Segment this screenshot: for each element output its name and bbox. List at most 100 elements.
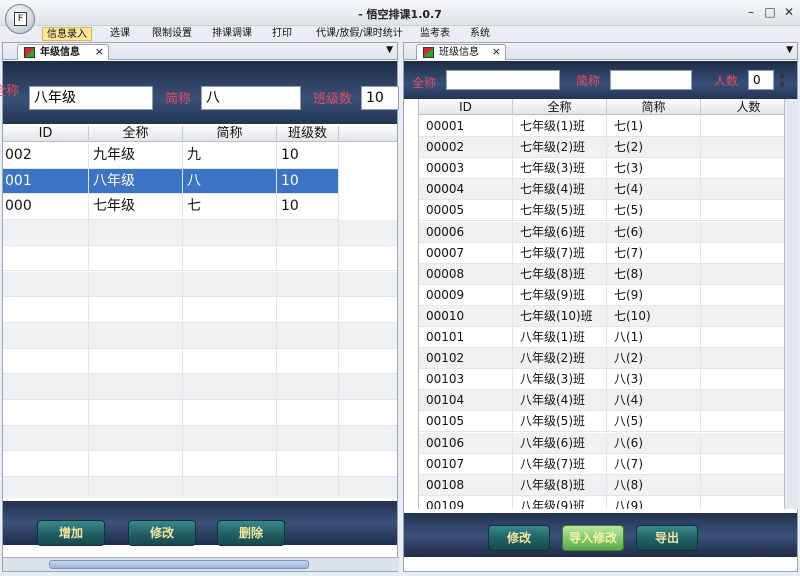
cell-fullname: 八年级(7)班	[513, 453, 607, 475]
delete-grade-button[interactable]: 删除	[217, 520, 285, 546]
cell-fullname	[89, 271, 183, 298]
grade-short-input[interactable]: 八	[201, 86, 301, 110]
menu-print[interactable]: 打印	[268, 27, 296, 41]
cell-people	[701, 179, 784, 200]
col-header-short[interactable]: 简称	[607, 99, 701, 115]
col-header-fullname[interactable]: 全称	[89, 126, 183, 142]
chevron-down-icon[interactable]: ▼	[776, 80, 788, 90]
table-row	[3, 451, 397, 478]
tab-grade-info[interactable]: 年级信息 ×	[17, 44, 109, 60]
close-icon[interactable]: ×	[492, 45, 501, 59]
app-logo-letter: F	[14, 12, 27, 26]
col-header-short[interactable]: 简称	[183, 126, 277, 142]
cell-short: 八(9)	[607, 495, 701, 509]
table-row[interactable]: 00007 七年级(7)班 七(7)	[419, 242, 784, 264]
menu-info-entry[interactable]: 信息录入	[42, 27, 92, 41]
menu-substitute-stats[interactable]: 代课/放假/课时统计	[312, 27, 407, 41]
table-row[interactable]: 00004 七年级(4)班 七(4)	[419, 179, 784, 201]
table-row	[3, 374, 397, 400]
cell-short: 八(2)	[607, 348, 701, 370]
grade-count-input[interactable]: 10	[361, 86, 399, 110]
col-header-people[interactable]: 人数	[701, 99, 784, 115]
menu-system[interactable]: 系统	[466, 27, 494, 41]
cell-id	[3, 477, 89, 498]
table-row[interactable]: 001 八年级八 10	[3, 168, 339, 195]
app-logo-icon[interactable]: F	[5, 4, 35, 34]
table-row[interactable]: 00009 七年级(9)班 七(9)	[419, 284, 784, 306]
cell-short: 七(1)	[607, 116, 701, 138]
col-header-count[interactable]: 班级数	[277, 126, 339, 142]
cell-fullname: 七年级(2)班	[513, 137, 607, 159]
cell-count	[277, 271, 339, 298]
cell-fullname	[89, 400, 183, 426]
class-fullname-input[interactable]	[446, 70, 560, 90]
vertical-scrollbar[interactable]	[784, 99, 798, 509]
cell-fullname	[89, 322, 183, 349]
cell-people	[701, 348, 784, 369]
table-row[interactable]: 00008 七年级(8)班 七(8)	[419, 263, 784, 285]
table-row[interactable]: 00107 八年级(7)班 八(7)	[419, 453, 784, 475]
chevron-down-icon[interactable]: ▼	[786, 45, 793, 55]
table-row[interactable]: 00002 七年级(2)班 七(2)	[419, 137, 784, 159]
cell-short: 七(2)	[607, 137, 701, 159]
cell-id: 00008	[419, 263, 513, 285]
people-stepper[interactable]: ▲ ▼	[776, 70, 788, 90]
table-row[interactable]: 000 七年级七 10	[3, 194, 339, 221]
table-row[interactable]: 00103 八年级(3)班 八(3)	[419, 369, 784, 391]
add-grade-button[interactable]: 增加	[37, 520, 105, 546]
cell-people	[701, 243, 784, 264]
table-row[interactable]: 00105 八年级(5)班 八(5)	[419, 411, 784, 433]
table-row[interactable]: 00003 七年级(3)班 七(3)	[419, 158, 784, 180]
minimize-button[interactable]: –	[742, 4, 760, 20]
cell-id: 00006	[419, 221, 513, 243]
table-row[interactable]: 00106 八年级(6)班 八(6)	[419, 432, 784, 454]
class-people-label: 人数	[714, 74, 739, 88]
table-row[interactable]: 00102 八年级(2)班 八(2)	[419, 348, 784, 370]
table-row	[3, 348, 397, 375]
table-row[interactable]: 00108 八年级(8)班 八(8)	[419, 474, 784, 496]
title-bar: - 悟空排课1.0.7 – □ ✕	[0, 0, 800, 26]
cell-short: 八(3)	[607, 369, 701, 391]
cell-fullname: 八年级(4)班	[513, 390, 607, 412]
class-short-input[interactable]	[610, 70, 692, 90]
menu-scheduling[interactable]: 排课调课	[208, 27, 256, 41]
class-people-input[interactable]: 0	[748, 70, 774, 90]
col-header-fullname[interactable]: 全称	[513, 99, 607, 115]
cell-people	[701, 285, 784, 306]
table-row[interactable]: 00010 七年级(10)班 七(10)	[419, 305, 784, 327]
table-row[interactable]: 002 九年级九 10	[3, 143, 339, 169]
cell-id: 00010	[419, 305, 513, 327]
chevron-up-icon[interactable]: ▲	[776, 70, 788, 80]
cell-short: 七(7)	[607, 242, 701, 264]
table-row[interactable]: 00104 八年级(4)班 八(4)	[419, 390, 784, 412]
cell-id: 001	[3, 168, 89, 195]
menu-restriction-settings[interactable]: 限制设置	[148, 27, 196, 41]
menu-course-selection[interactable]: 选课	[106, 27, 134, 41]
col-header-id[interactable]: ID	[419, 99, 513, 115]
export-button[interactable]: 导出	[636, 525, 698, 551]
grade-fullname-input[interactable]: 八年级	[29, 86, 153, 110]
maximize-button[interactable]: □	[761, 4, 779, 20]
cell-people	[701, 306, 784, 327]
cell-short: 八(6)	[607, 432, 701, 454]
table-row[interactable]: 00005 七年级(5)班 七(5)	[419, 200, 784, 222]
menu-exam-proctor[interactable]: 监考表	[416, 27, 454, 41]
col-header-id[interactable]: ID	[3, 126, 89, 142]
edit-class-button[interactable]: 修改	[488, 525, 550, 551]
table-row[interactable]: 00109 八年级(9)班 八(9)	[419, 495, 784, 509]
cell-people	[701, 433, 784, 454]
horizontal-scrollbar[interactable]	[3, 557, 399, 571]
close-window-button[interactable]: ✕	[780, 4, 798, 20]
import-edit-button[interactable]: 导入修改	[562, 525, 624, 551]
cell-people	[701, 200, 784, 221]
table-row[interactable]: 00006 七年级(6)班 七(6)	[419, 221, 784, 243]
edit-grade-button[interactable]: 修改	[128, 520, 196, 546]
table-row[interactable]: 00101 八年级(1)班 八(1)	[419, 327, 784, 349]
tab-class-info[interactable]: 班级信息 ×	[416, 44, 506, 60]
chevron-down-icon[interactable]: ▼	[386, 45, 393, 55]
class-short-label: 简称	[576, 74, 601, 88]
table-row[interactable]: 00001 七年级(1)班 七(1)	[419, 116, 784, 138]
close-icon[interactable]: ×	[95, 45, 104, 59]
scrollbar-thumb[interactable]	[49, 560, 309, 569]
cell-id	[3, 297, 89, 323]
